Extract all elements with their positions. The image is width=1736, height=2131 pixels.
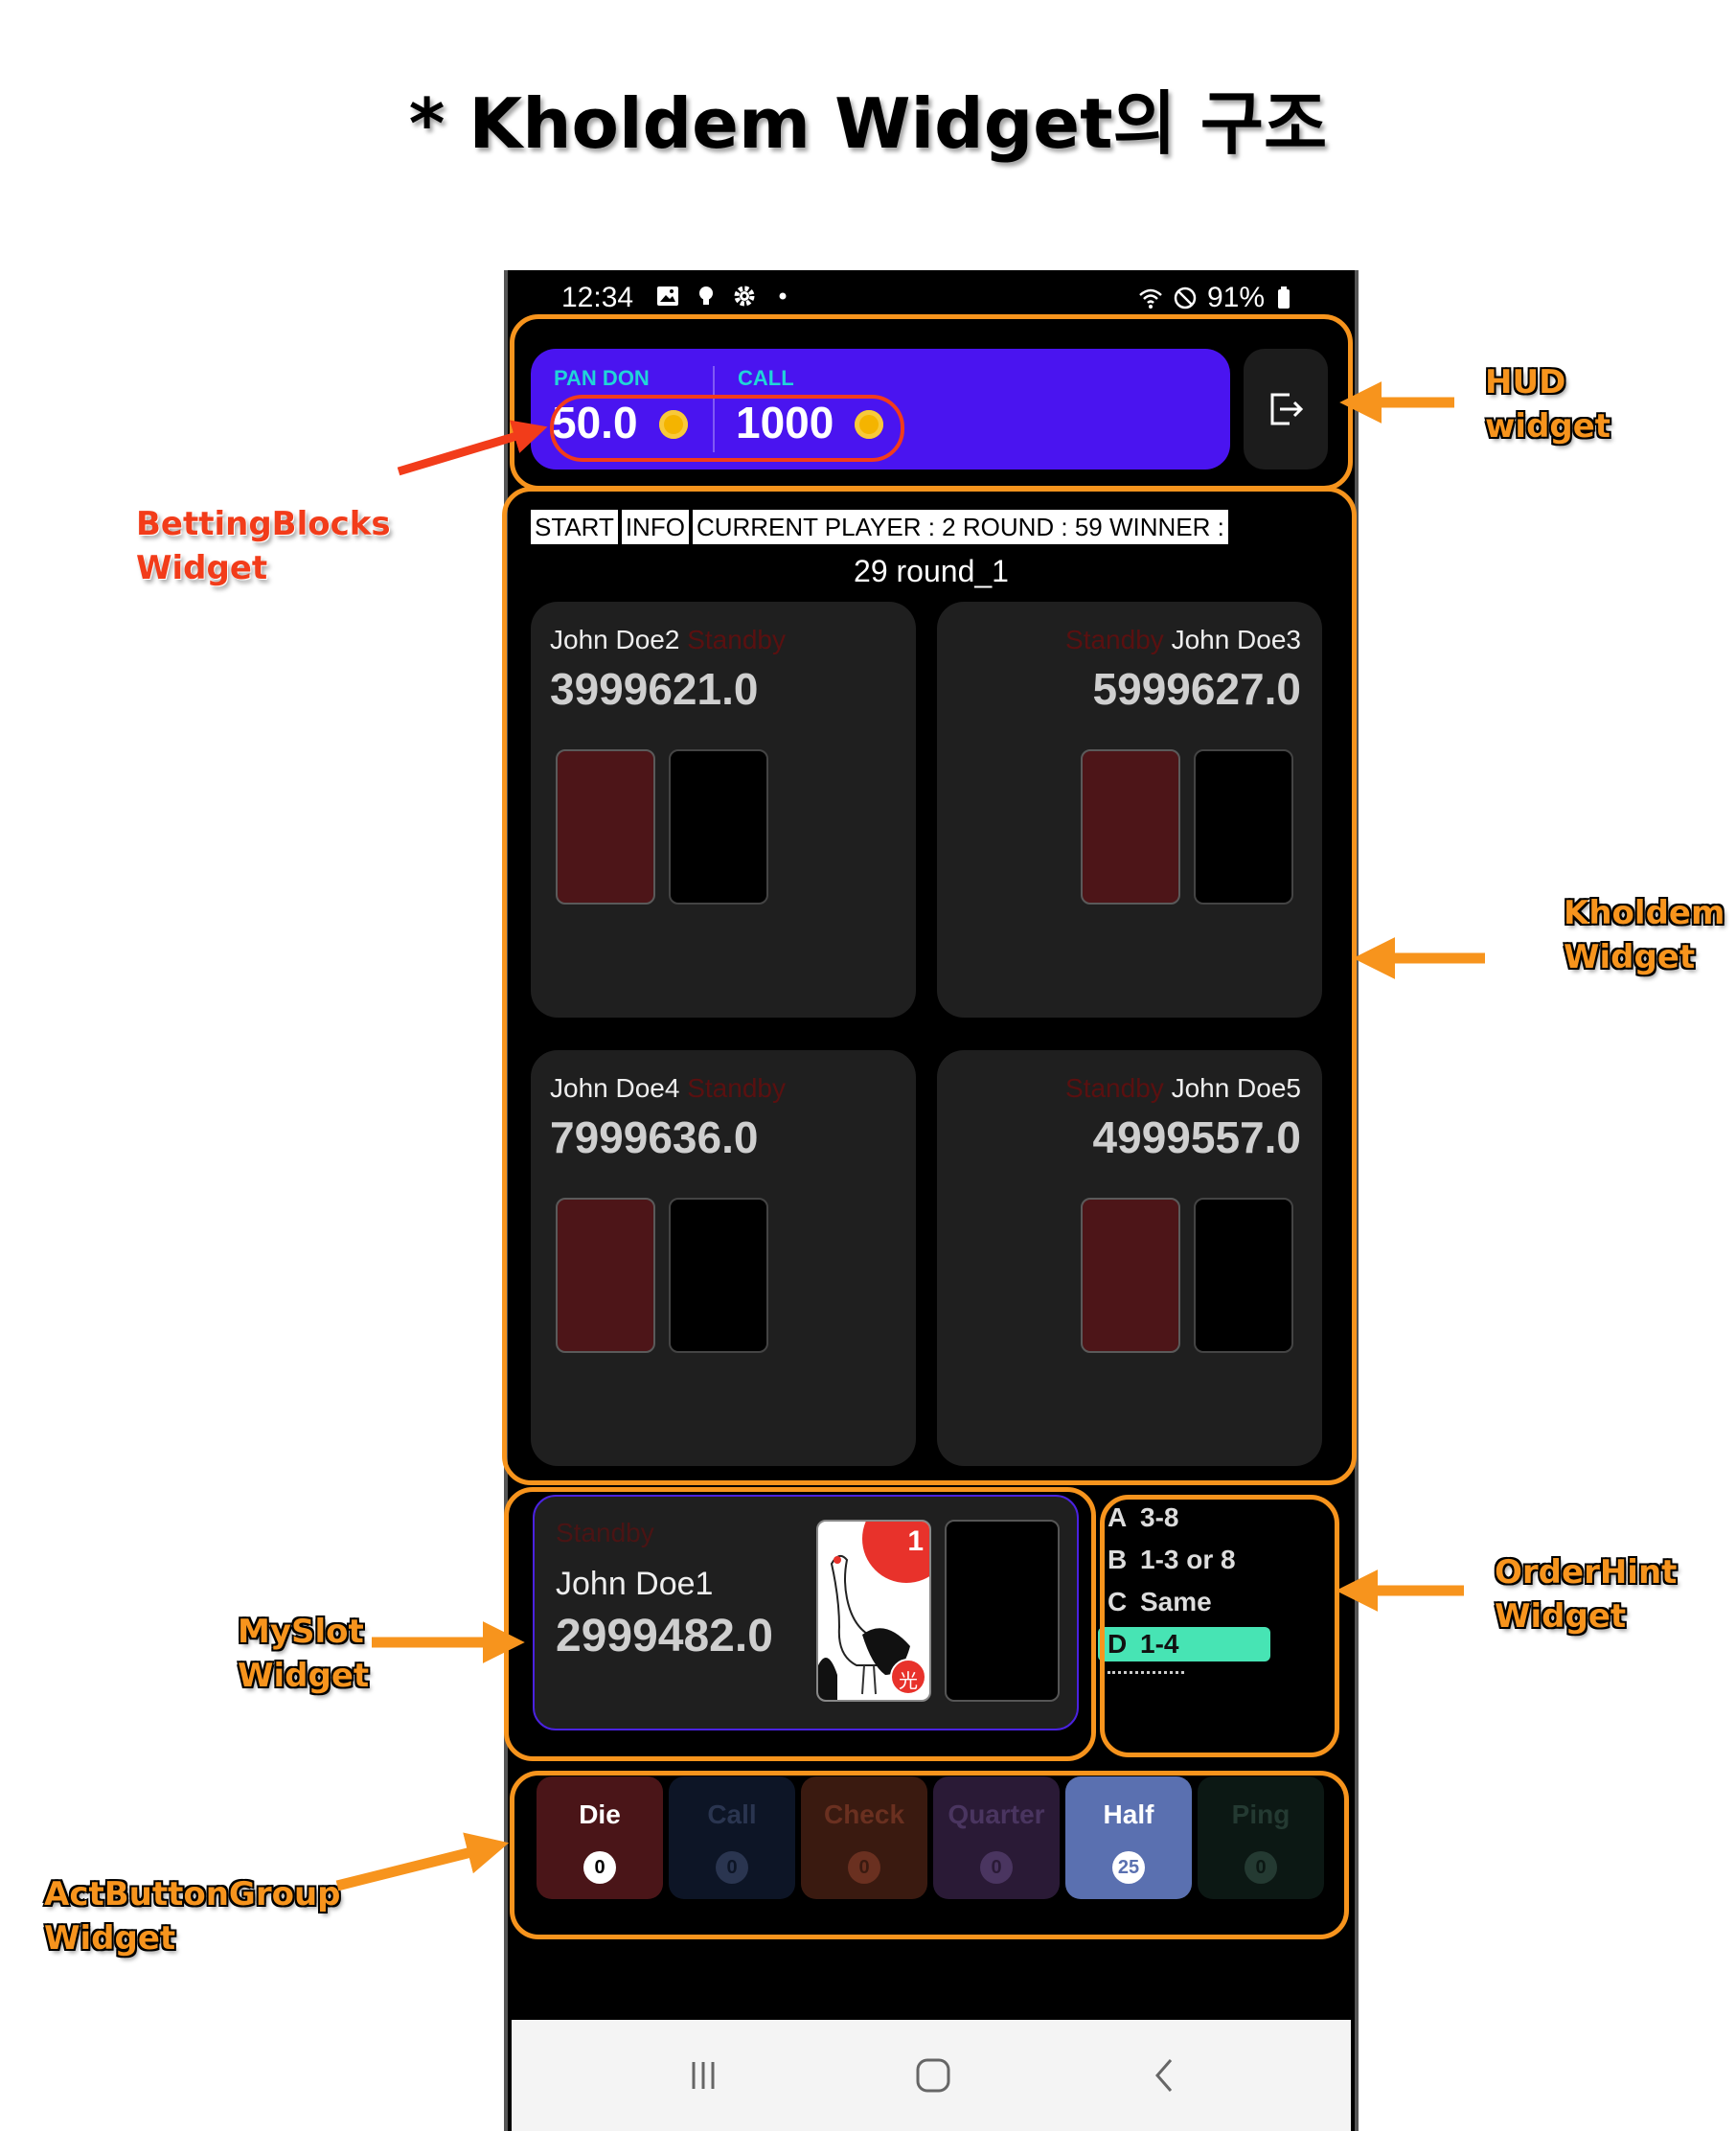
arrow-actbutton <box>335 1832 510 1891</box>
annotation-arrows <box>335 381 1485 1891</box>
arrow-bettingblocks <box>397 420 548 476</box>
